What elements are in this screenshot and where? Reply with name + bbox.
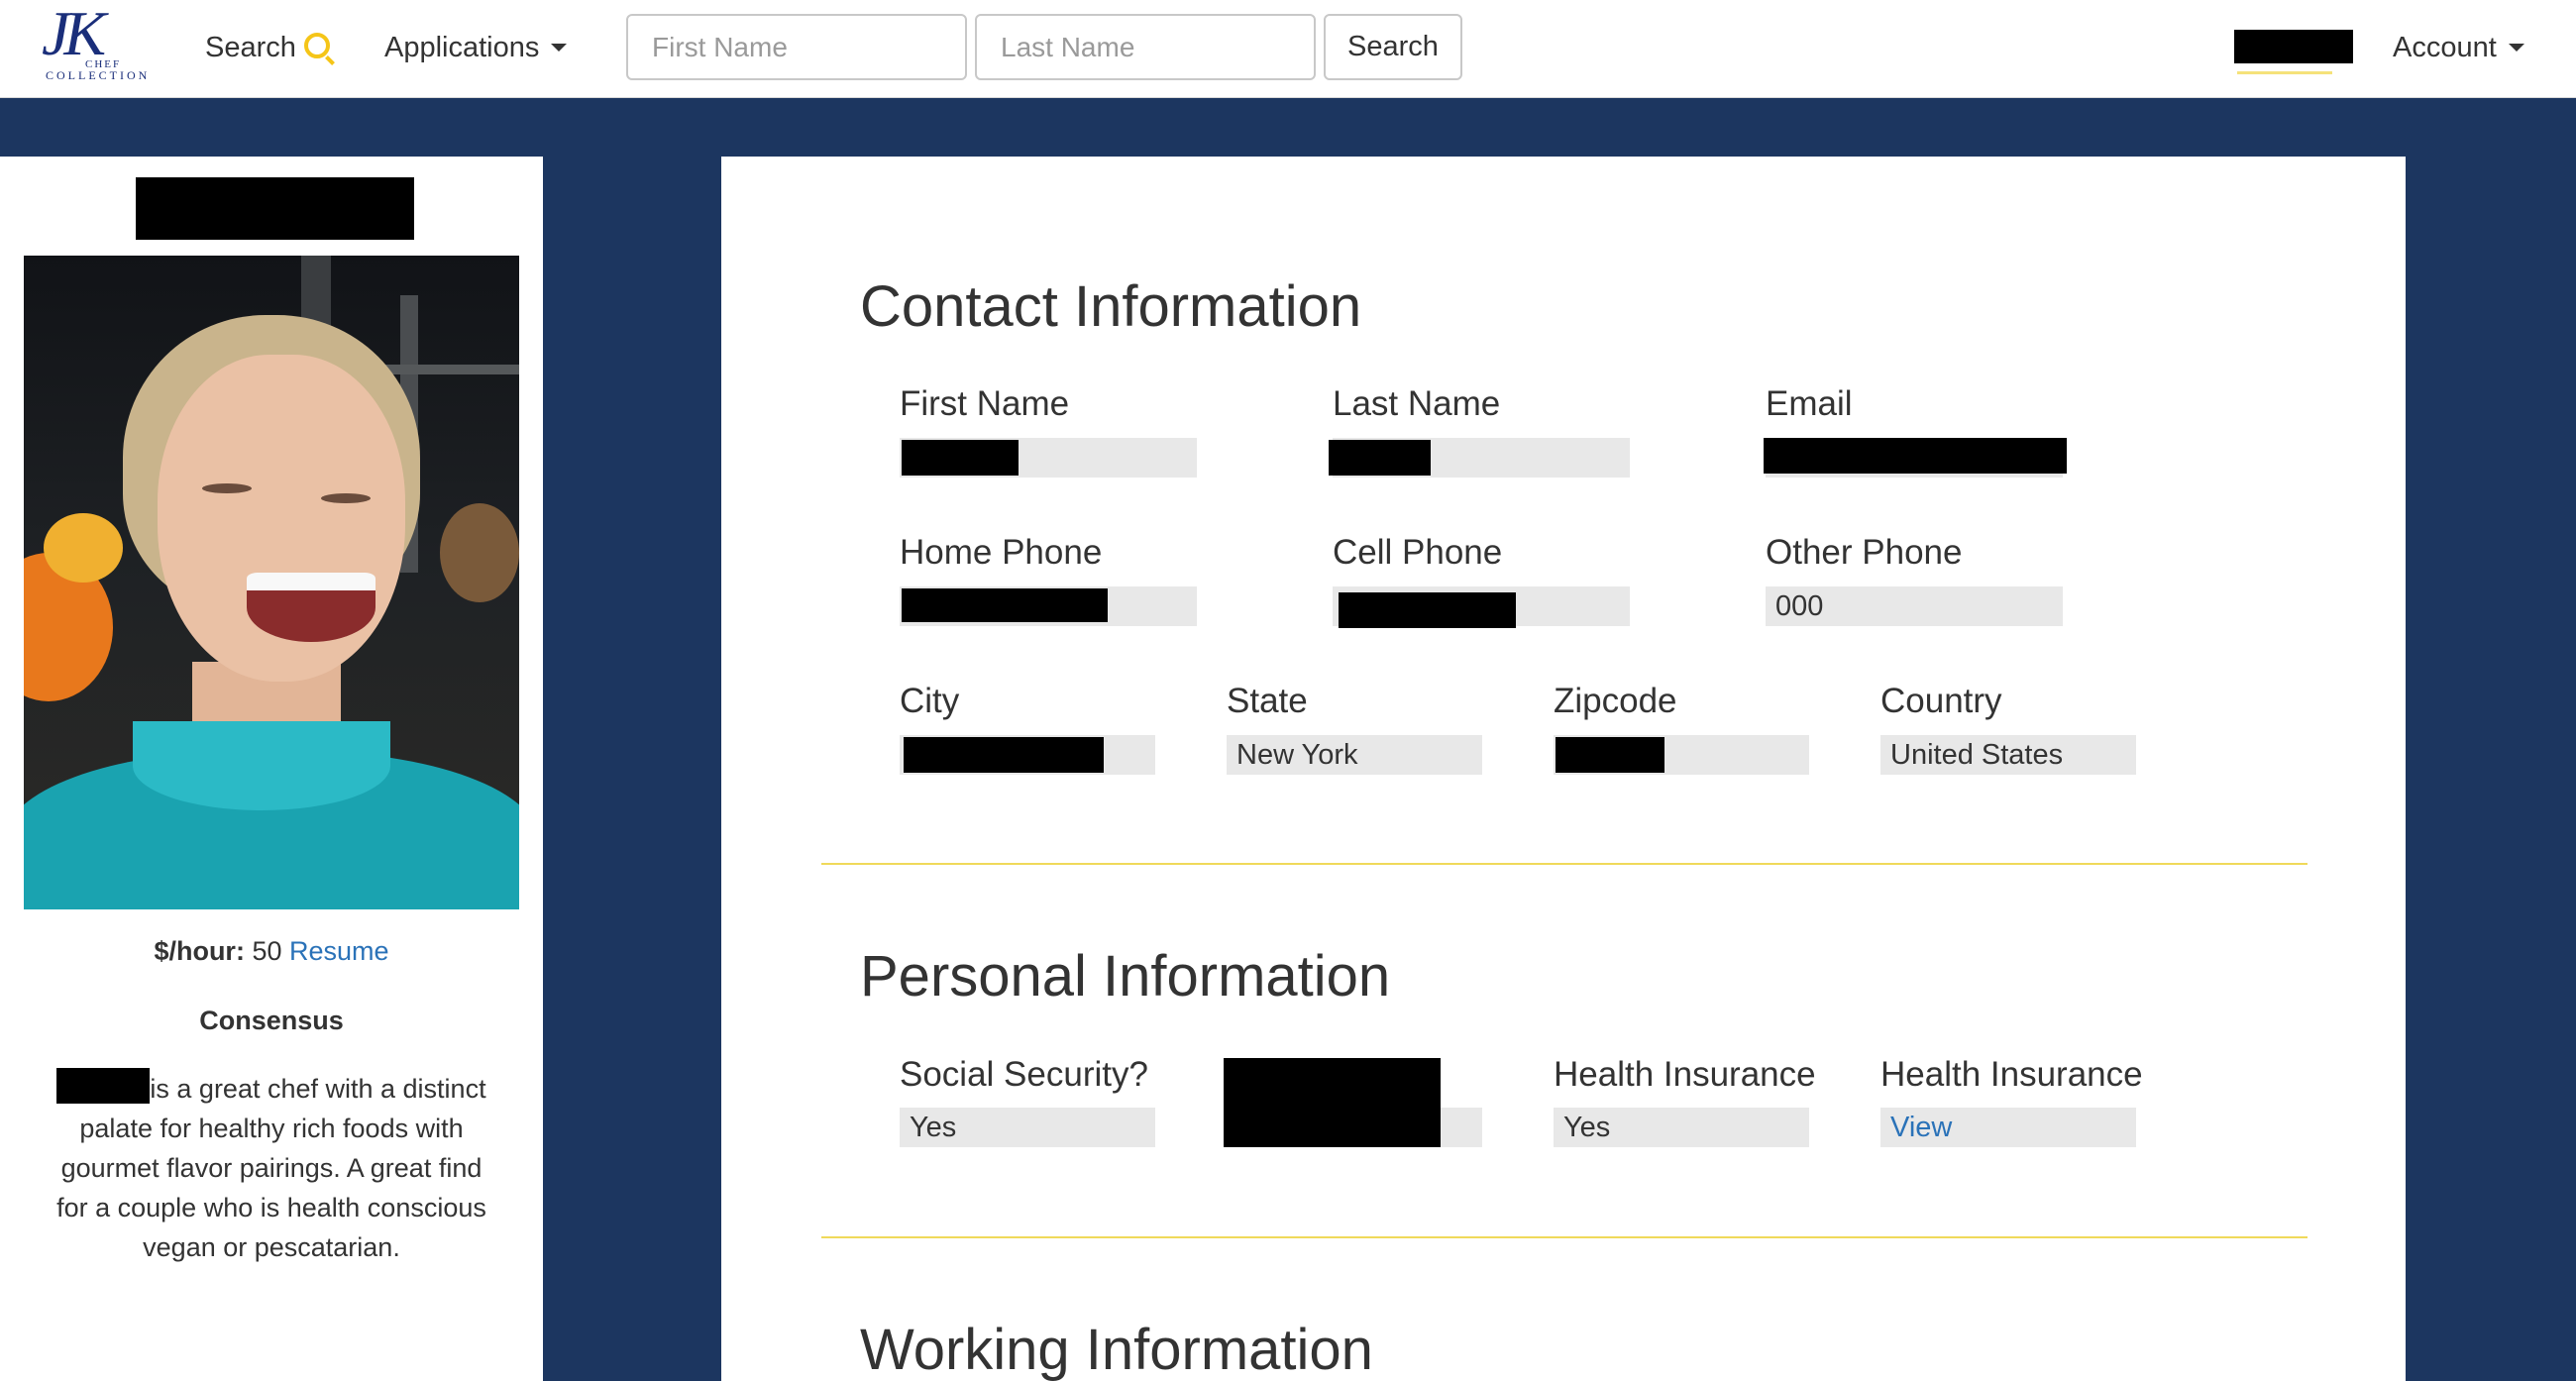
resume-link[interactable]: Resume: [289, 936, 389, 966]
country-label: Country: [1880, 682, 2002, 720]
section-divider: [821, 863, 2308, 865]
redacted-zipcode: [1556, 737, 1664, 773]
nav-search-label: Search: [205, 32, 296, 63]
city-label: City: [900, 682, 960, 720]
health-insurance-doc-label: Health Insurance: [1880, 1055, 2143, 1094]
caret-down-icon: [2508, 44, 2524, 52]
chef-photo: [24, 256, 519, 909]
rate-value: 50: [252, 936, 282, 966]
search-button[interactable]: Search: [1324, 14, 1462, 80]
profile-sidebar: $/hour: 50 Resume Consensus is a great c…: [0, 157, 543, 1381]
redacted-city: [904, 737, 1104, 773]
cell-phone-label: Cell Phone: [1333, 533, 1503, 572]
contact-section-title: Contact Information: [860, 274, 1362, 339]
health-insurance-label: Health Insurance: [1554, 1055, 1816, 1094]
state-label: State: [1227, 682, 1308, 720]
caret-down-icon: [551, 44, 568, 52]
main-panel: Contact Information First Name Last Name…: [721, 157, 2406, 1381]
logo-subtext: COLLECTION: [46, 68, 151, 82]
health-insurance-value: Yes: [1554, 1108, 1809, 1147]
personal-section-title: Personal Information: [860, 944, 1391, 1009]
search-icon: [303, 33, 330, 58]
redacted-home-phone: [902, 588, 1108, 622]
first-name-label: First Name: [900, 384, 1070, 423]
top-navbar: JK CHEF COLLECTION Search Applications S…: [0, 0, 2576, 98]
consensus-title: Consensus: [199, 1006, 344, 1035]
last-name-search-input[interactable]: [975, 14, 1316, 80]
redacted-field: [1224, 1058, 1441, 1147]
ssn-label: Social Security?: [900, 1055, 1148, 1094]
nav-account-label: Account: [2393, 32, 2497, 63]
health-insurance-doc-value: View: [1880, 1108, 2136, 1147]
logo[interactable]: JK CHEF COLLECTION: [38, 2, 147, 89]
working-section-title: Working Information: [860, 1318, 1373, 1381]
health-insurance-view-link[interactable]: View: [1890, 1112, 1952, 1143]
redacted-username[interactable]: [2234, 30, 2353, 63]
home-phone-label: Home Phone: [900, 533, 1103, 572]
last-name-label: Last Name: [1333, 384, 1501, 423]
state-value: New York: [1227, 735, 1482, 775]
redacted-last-name: [1329, 440, 1431, 476]
email-label: Email: [1766, 384, 1853, 423]
redacted-first-name: [902, 440, 1019, 476]
logo-text: JK: [42, 0, 106, 68]
redacted-inline-name: [56, 1068, 151, 1104]
country-value: United States: [1880, 735, 2136, 775]
redacted-chef-name: [136, 177, 414, 240]
zipcode-label: Zipcode: [1554, 682, 1677, 720]
ssn-value: Yes: [900, 1108, 1155, 1147]
hourly-rate: $/hour: 50 Resume: [0, 933, 543, 969]
username-underline: [2237, 71, 2332, 74]
nav-search-link[interactable]: Search: [205, 28, 330, 67]
redacted-email: [1764, 438, 2067, 474]
rate-label: $/hour:: [154, 936, 245, 966]
nav-applications-label: Applications: [384, 32, 540, 63]
other-phone-value: 000: [1766, 586, 2063, 626]
redacted-cell-phone: [1339, 592, 1516, 628]
section-divider: [821, 1236, 2308, 1238]
first-name-search-input[interactable]: [626, 14, 967, 80]
consensus-text-block: is a great chef with a distinct palate f…: [44, 1068, 499, 1267]
nav-account-dropdown[interactable]: Account: [2393, 28, 2524, 67]
other-phone-label: Other Phone: [1766, 533, 1963, 572]
nav-applications-dropdown[interactable]: Applications: [384, 28, 568, 67]
